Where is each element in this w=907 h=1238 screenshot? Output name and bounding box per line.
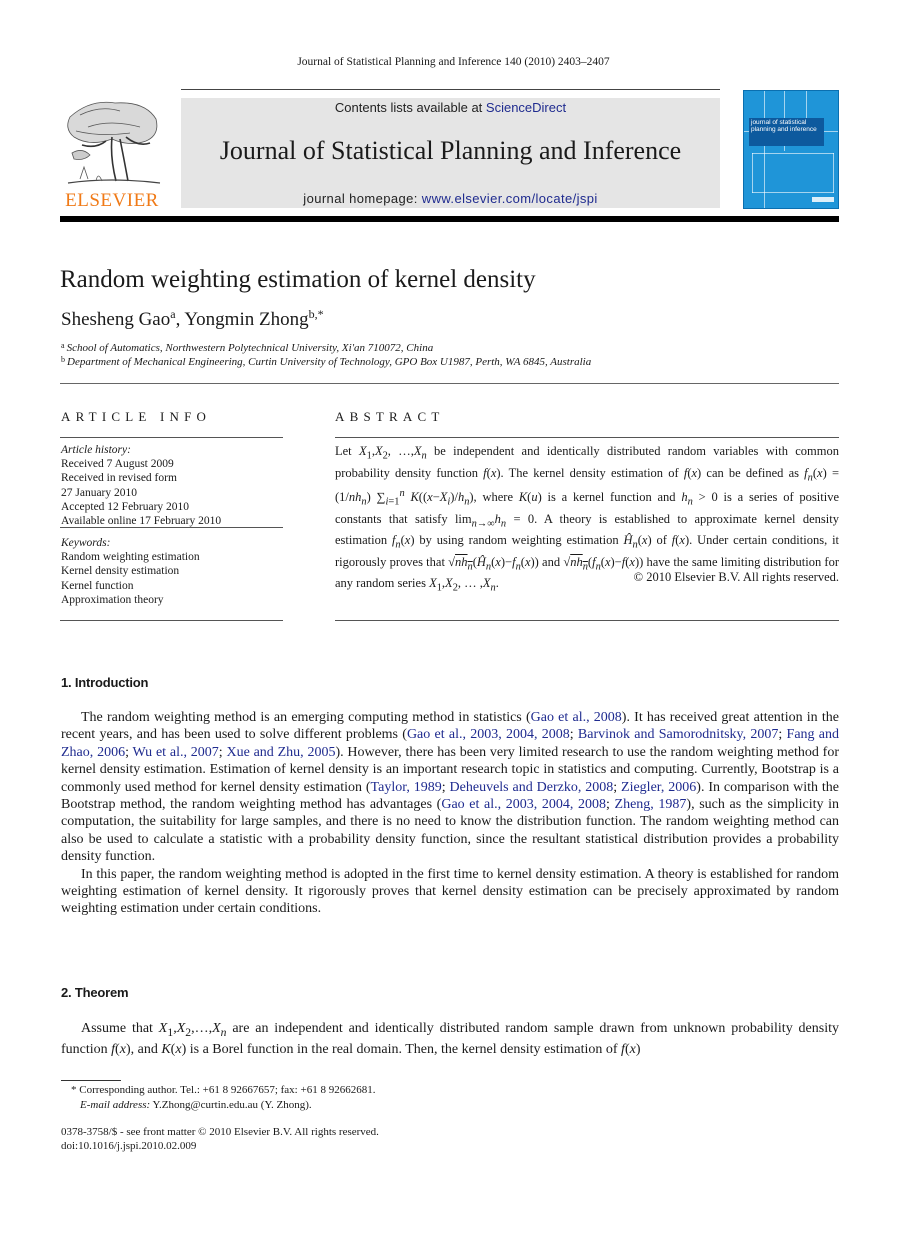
article-info-rule [60, 437, 283, 438]
affiliation-mark: a [61, 341, 65, 350]
keyword-item: Kernel function [61, 579, 134, 592]
keyword-item: Kernel density estimation [61, 565, 180, 578]
cover-line [833, 153, 834, 193]
affiliation: b Department of Mechanical Engineering, C… [61, 355, 592, 368]
journal-homepage-link[interactable]: www.elsevier.com/locate/jspi [422, 191, 598, 206]
introduction-body: The random weighting method is an emergi… [61, 709, 839, 918]
elsevier-wordmark: ELSEVIER [65, 190, 159, 211]
front-matter-notice: 0378-3758/$ - see front matter © 2010 El… [61, 1126, 379, 1138]
author-name[interactable]: Yongmin Zhong [184, 309, 308, 330]
author-affiliation-mark[interactable]: b,* [309, 307, 324, 321]
banner-journal-name: Journal of Statistical Planning and Infe… [219, 136, 682, 165]
history-item: 27 January 2010 [61, 486, 138, 499]
citation-link[interactable]: Taylor, 1989 [371, 780, 442, 795]
citation-link[interactable]: Ziegler, 2006 [621, 780, 696, 795]
keywords-label: Keywords: [61, 537, 111, 549]
article-title: Random weighting estimation of kernel de… [60, 266, 536, 293]
email-value[interactable]: Y.Zhong@curtin.edu.au (Y. Zhong). [150, 1099, 312, 1111]
text-run: is a Borel function in the real domain. … [186, 1042, 622, 1058]
history-item: Received in revised form [61, 472, 177, 485]
journal-cover-thumbnail[interactable]: journal of statistical planning and infe… [743, 90, 839, 209]
cover-publisher-mark [812, 197, 834, 202]
cover-title-box: journal of statistical planning and infe… [749, 118, 824, 146]
abstract-rule [335, 437, 839, 438]
paragraph: In this paper, the random weighting meth… [61, 866, 839, 917]
running-head: Journal of Statistical Planning and Infe… [297, 56, 610, 68]
affiliation-text: School of Automatics, Northwestern Polyt… [66, 342, 434, 354]
text-run: The random weighting method is an emergi… [81, 710, 531, 725]
article-info-heading: ARTICLE INFO [61, 409, 212, 424]
contents-prefix: Contents lists available at [334, 100, 486, 115]
masthead-rule [60, 216, 839, 222]
citation-link[interactable]: Deheuvels and Derzko, 2008 [450, 780, 614, 795]
article-info-rule [60, 620, 283, 621]
history-item: Accepted 12 February 2010 [61, 500, 190, 513]
keywords: Keywords: Random weighting estimation Ke… [61, 536, 200, 607]
cover-title: journal of statistical planning and infe… [751, 119, 817, 133]
author-affiliation-mark[interactable]: a [170, 307, 175, 321]
doi[interactable]: doi:10.1016/j.jspi.2010.02.009 [61, 1140, 196, 1152]
citation-link[interactable]: Gao et al., 2003, 2004, 2008 [407, 727, 570, 742]
abstract-heading: ABSTRACT [335, 409, 445, 424]
text-run: , and [130, 1042, 162, 1058]
abstract-copyright: © 2010 Elsevier B.V. All rights reserved… [633, 570, 839, 584]
theorem-body: Assume that X1,X2,…,Xn are an independen… [61, 1020, 839, 1059]
citation-link[interactable]: Xue and Zhu, 2005 [226, 745, 335, 760]
affiliation: a School of Automatics, Northwestern Poly… [61, 341, 434, 354]
history-label: Article history: [61, 444, 131, 456]
paragraph: Assume that X1,X2,…,Xn are an independen… [61, 1021, 839, 1058]
history-item: Received 7 August 2009 [61, 458, 174, 471]
homepage-line: journal homepage: www.elsevier.com/locat… [181, 191, 720, 206]
keyword-item: Random weighting estimation [61, 551, 200, 564]
footnote-corresponding-author: * Corresponding author. Tel.: +61 8 9266… [71, 1084, 376, 1096]
section-heading-introduction: 1. Introduction [61, 675, 149, 690]
contents-line: Contents lists available at ScienceDirec… [181, 100, 720, 115]
abstract-rule [335, 620, 839, 621]
citation-link[interactable]: Barvinok and Samorodnitsky, 2007 [578, 727, 778, 742]
history-item: Available online 17 February 2010 [61, 515, 222, 528]
affiliation-mark: b [61, 355, 65, 364]
affiliation-text: Department of Mechanical Engineering, Cu… [67, 356, 592, 368]
footnote-rule [61, 1080, 121, 1081]
citation-link[interactable]: Gao et al., 2008 [531, 710, 622, 725]
citation-link[interactable]: Wu et al., 2007 [133, 745, 219, 760]
article-history: Article history: Received 7 August 2009 … [61, 443, 221, 528]
cover-line [752, 153, 753, 193]
front-matter-rule [60, 383, 839, 384]
email-label: E-mail address: [80, 1099, 151, 1111]
homepage-prefix: journal homepage: [303, 191, 422, 206]
sciencedirect-link[interactable]: ScienceDirect [486, 100, 566, 115]
keyword-item: Approximation theory [61, 593, 164, 606]
cover-line [752, 153, 834, 154]
citation-link[interactable]: Gao et al., 2003, 2004, 2008 [441, 797, 606, 812]
elsevier-tree-icon [67, 101, 161, 184]
text-run: Assume that [81, 1021, 159, 1036]
author-name[interactable]: Shesheng Gao [61, 309, 170, 330]
cover-line [752, 192, 834, 193]
citation-link[interactable]: Zheng, 1987 [615, 797, 687, 812]
header-rule [181, 89, 720, 90]
paragraph: The random weighting method is an emergi… [61, 710, 840, 865]
author-list: Shesheng Gaoa, Yongmin Zhongb,* [61, 307, 324, 330]
elsevier-logo[interactable]: ELSEVIER [60, 97, 164, 212]
section-heading-theorem: 2. Theorem [61, 985, 129, 1000]
journal-banner: Contents lists available at ScienceDirec… [181, 98, 720, 208]
footnote-email: E-mail address: Y.Zhong@curtin.edu.au (Y… [61, 1099, 312, 1111]
